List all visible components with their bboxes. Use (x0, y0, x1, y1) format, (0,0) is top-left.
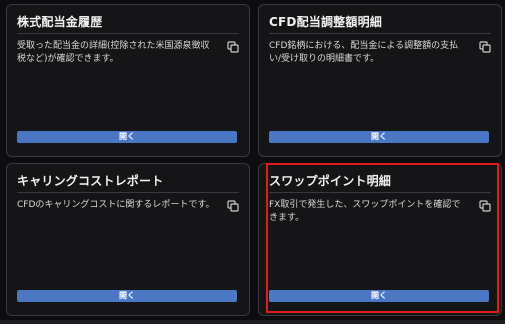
copy-icon[interactable] (479, 200, 491, 212)
copy-icon[interactable] (227, 200, 239, 212)
copy-icon[interactable] (227, 41, 239, 53)
card-cfd-dividend-adjustment: CFD配当調整額明細 CFD銘柄における、配当金による調整額の支払い/受け取りの… (258, 4, 502, 157)
divider (17, 33, 239, 34)
card-title: CFD配当調整額明細 (269, 15, 382, 29)
card-description: 受取った配当金の詳細(控除された米国源泉徴収税など)が確認できます。 (17, 41, 210, 64)
card-title: 株式配当金履歴 (17, 15, 103, 29)
copy-icon[interactable] (479, 41, 491, 53)
divider (269, 33, 491, 34)
card-description: CFD銘柄における、配当金による調整額の支払い/受け取りの明細書です。 (269, 41, 459, 64)
divider (269, 192, 491, 193)
open-button[interactable]: 開く (17, 290, 237, 302)
card-title: スワップポイント明細 (269, 174, 392, 188)
open-button[interactable]: 開く (269, 131, 489, 143)
card-carrying-cost-report: キャリングコストレポート CFDのキャリングコストに関するレポートです。 開く (6, 163, 250, 316)
card-description: FX取引で発生した、スワップポイントを確認できます。 (269, 200, 461, 223)
open-button[interactable]: 開く (17, 131, 237, 143)
card-description: CFDのキャリングコストに関するレポートです。 (17, 200, 215, 210)
bottom-bar (0, 320, 505, 324)
card-title: キャリングコストレポート (17, 174, 164, 188)
open-button[interactable]: 開く (269, 290, 489, 302)
card-swap-point-details: スワップポイント明細 FX取引で発生した、スワップポイントを確認できます。 開く (258, 163, 502, 316)
divider (17, 192, 239, 193)
card-dividend-history: 株式配当金履歴 受取った配当金の詳細(控除された米国源泉徴収税など)が確認できま… (6, 4, 250, 157)
